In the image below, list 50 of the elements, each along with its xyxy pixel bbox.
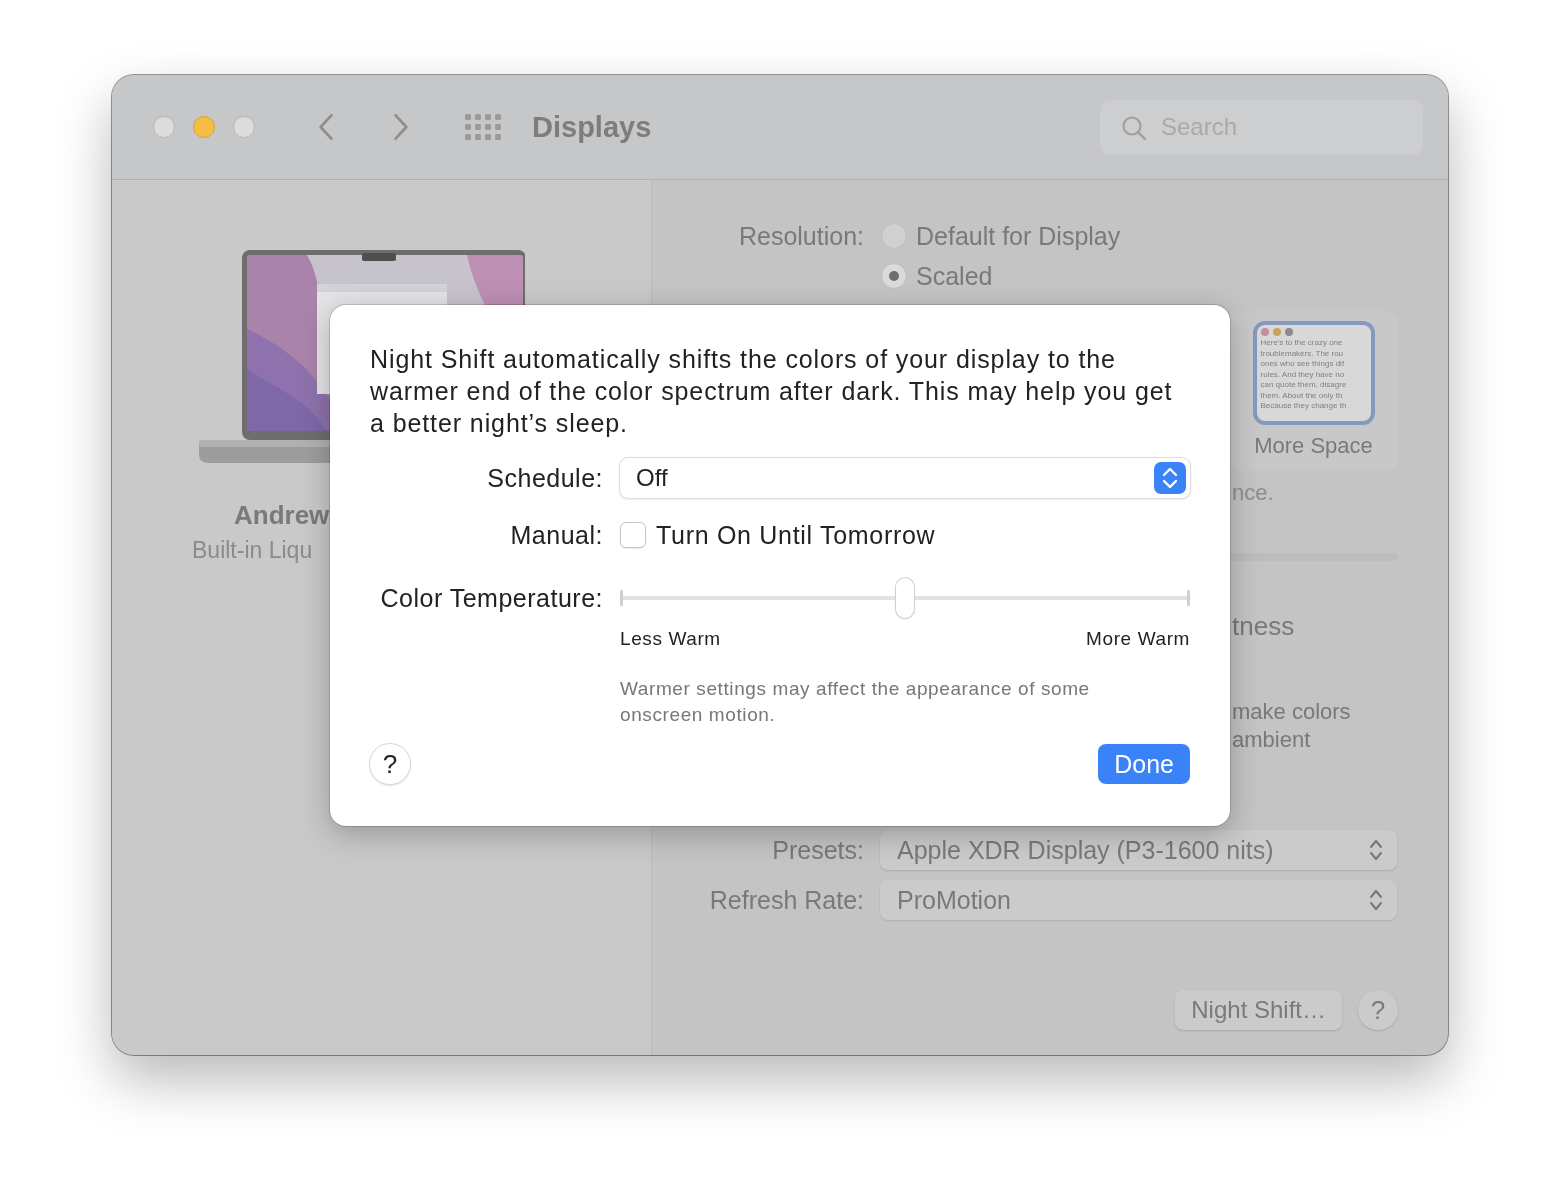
preview-text: can quote them, disagre bbox=[1260, 380, 1348, 391]
display-subtitle: Built-in Liqu bbox=[192, 537, 313, 564]
sheet-description: Night Shift automatically shifts the colors of your display to the warmer end of the color spectrum after dark. This may help you get a better night’s sleep. bbox=[370, 344, 1174, 439]
max-label: More Warm bbox=[1086, 628, 1190, 650]
presets-dropdown[interactable]: Apple XDR Display (P3-1600 nits) bbox=[880, 830, 1397, 870]
presets-label: Presets: bbox=[771, 835, 864, 865]
color-temperature-label: Color Temperature: bbox=[379, 583, 603, 613]
help-button[interactable]: ? bbox=[1358, 990, 1398, 1030]
section-heading: tness bbox=[1232, 611, 1296, 642]
schedule-label: Schedule: bbox=[486, 463, 603, 493]
option-label: More Space bbox=[1254, 433, 1373, 459]
resolution-label: Resolution: bbox=[737, 221, 864, 251]
preview-text: rules. And they have no bbox=[1260, 369, 1346, 380]
preview-text: Because they change th bbox=[1260, 401, 1348, 412]
grid-icon[interactable] bbox=[465, 114, 501, 140]
checkbox[interactable] bbox=[620, 522, 646, 548]
night-shift-button[interactable]: Night Shift… bbox=[1175, 990, 1342, 1030]
refresh-rate-label: Refresh Rate: bbox=[708, 885, 864, 915]
warning-text: Warmer settings may affect the appearance of some onscreen motion. bbox=[620, 677, 1091, 727]
schedule-dropdown[interactable]: Off bbox=[620, 458, 1190, 498]
min-label: Less Warm bbox=[620, 628, 721, 650]
slider-thumb[interactable] bbox=[896, 578, 914, 618]
radio-button[interactable] bbox=[881, 263, 907, 289]
preview-text: them. About the only th bbox=[1260, 390, 1344, 401]
forward-icon[interactable] bbox=[392, 112, 410, 142]
description-text: make colors bbox=[1232, 698, 1352, 726]
search-icon bbox=[1121, 114, 1147, 141]
manual-label: Manual: bbox=[509, 520, 603, 550]
minimize-icon[interactable] bbox=[193, 116, 215, 138]
display-name: Andrew bbox=[234, 500, 330, 531]
refresh-rate-dropdown[interactable]: ProMotion bbox=[880, 880, 1397, 920]
chevron-icon bbox=[1369, 888, 1383, 912]
description-text: ambient bbox=[1232, 726, 1312, 754]
radio-label: Default for Display bbox=[916, 221, 1121, 251]
back-icon[interactable] bbox=[317, 112, 335, 142]
radio-label: Scaled bbox=[916, 261, 993, 291]
preview-text: ones who see things dif bbox=[1260, 359, 1346, 370]
window-controls-icon bbox=[1260, 328, 1293, 336]
temperature-slider[interactable] bbox=[620, 578, 1190, 618]
chevron-icon bbox=[1369, 838, 1383, 862]
close-icon[interactable] bbox=[153, 116, 175, 138]
zoom-icon[interactable] bbox=[233, 116, 255, 138]
done-button[interactable]: Done bbox=[1098, 744, 1190, 784]
checkbox-label: Turn On Until Tomorrow bbox=[656, 520, 936, 550]
stepper-icon bbox=[1154, 462, 1186, 494]
scale-option-card[interactable]: Here's to the crazy one troublemakers. The rou ones who see things dif rules. And they have no can quote them, disagre them. About the only th Because they change th More Space bbox=[1230, 311, 1397, 471]
preview-text: troublemakers. The rou bbox=[1260, 348, 1345, 359]
window-title: Displays bbox=[532, 110, 652, 144]
preview-text: Here's to the crazy one bbox=[1260, 338, 1344, 349]
help-button[interactable]: ? bbox=[370, 744, 410, 784]
